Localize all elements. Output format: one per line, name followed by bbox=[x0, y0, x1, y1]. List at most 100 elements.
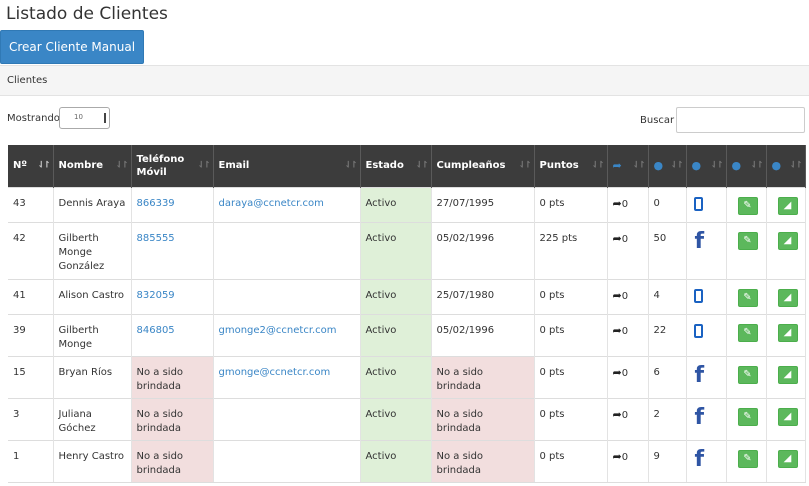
cell-source: f bbox=[686, 355, 727, 398]
column-header-num[interactable]: Nº ⇃↾ bbox=[8, 145, 54, 187]
cell-num: 42 bbox=[8, 221, 54, 279]
cell-source bbox=[686, 313, 727, 356]
cell-email: daraya@ccnetcr.com bbox=[213, 186, 361, 222]
column-header-info-4[interactable]: ● ⇃↾ bbox=[766, 145, 806, 187]
share-arrow-icon: ➦ bbox=[612, 158, 622, 172]
share-count: 0 bbox=[621, 325, 629, 337]
select-arrow-icon bbox=[104, 113, 106, 123]
share-count: 0 bbox=[621, 451, 629, 463]
cell-num: 43 bbox=[8, 186, 54, 222]
cell-num: 15 bbox=[8, 355, 54, 398]
cell-nombre: Bryan Ríos bbox=[53, 355, 132, 398]
eraser-icon: ◢ bbox=[783, 291, 792, 303]
share-arrow-icon: ➦ bbox=[612, 323, 622, 337]
mobile-phone-icon bbox=[693, 288, 703, 303]
cell-estado: Activo bbox=[360, 278, 432, 314]
cell-count: 9 bbox=[648, 439, 687, 483]
cell-shares: ➦0 bbox=[607, 355, 649, 398]
share-arrow-icon: ➦ bbox=[612, 449, 622, 463]
edit-button[interactable]: ✎ bbox=[737, 365, 758, 384]
erase-button[interactable]: ◢ bbox=[777, 323, 798, 342]
email-link[interactable]: gmonge@ccnetcr.com bbox=[219, 367, 331, 378]
column-header-shares[interactable]: ➦ ⇃↾ bbox=[607, 145, 649, 187]
create-client-button[interactable]: Crear Cliente Manual bbox=[0, 30, 144, 64]
edit-button[interactable]: ✎ bbox=[737, 407, 758, 426]
edit-button[interactable]: ✎ bbox=[737, 449, 758, 468]
column-header-telefono-label: Teléfono bbox=[136, 153, 185, 165]
cell-edit: ✎ bbox=[726, 397, 767, 440]
column-header-estado-label: Estado bbox=[365, 160, 404, 172]
erase-button[interactable]: ◢ bbox=[777, 365, 798, 384]
cell-shares: ➦0 bbox=[607, 313, 649, 356]
cell-edit: ✎ bbox=[726, 313, 767, 356]
erase-button[interactable]: ◢ bbox=[777, 407, 798, 426]
phone-link[interactable]: 846805 bbox=[137, 325, 175, 336]
column-header-estado[interactable]: Estado ⇃↾ bbox=[360, 145, 432, 187]
sort-icon: ⇃↾ bbox=[591, 160, 604, 171]
length-select[interactable]: 10 bbox=[59, 107, 110, 129]
share-count: 0 bbox=[621, 233, 629, 245]
search-input[interactable] bbox=[676, 107, 805, 133]
mobile-phone-icon bbox=[693, 196, 703, 211]
phone-link[interactable]: 866339 bbox=[137, 198, 175, 209]
cell-puntos: 0 pts bbox=[534, 313, 608, 356]
erase-button[interactable]: ◢ bbox=[777, 231, 798, 250]
cell-nombre: Alison Castro bbox=[53, 278, 132, 314]
email-link[interactable]: daraya@ccnetcr.com bbox=[219, 198, 324, 209]
edit-button[interactable]: ✎ bbox=[737, 231, 758, 250]
sort-icon: ⇃↾ bbox=[37, 160, 50, 171]
cell-email bbox=[213, 278, 361, 314]
cell-count: 0 bbox=[648, 186, 687, 222]
cell-source: f bbox=[686, 397, 727, 440]
panel-heading-label: Clientes bbox=[7, 75, 48, 86]
column-header-movil-label: Móvil bbox=[136, 166, 167, 178]
cell-cumpleanos: 25/07/1980 bbox=[431, 278, 535, 314]
phone-link[interactable]: 885555 bbox=[137, 233, 175, 244]
column-header-info-3[interactable]: ● ⇃↾ bbox=[726, 145, 767, 187]
column-header-nombre[interactable]: Nombre ⇃↾ bbox=[53, 145, 132, 187]
table-header-row: Nº ⇃↾ Nombre ⇃↾ Teléfono Móvil ⇃↾ Email ⇃↾ Es… bbox=[8, 145, 806, 187]
sort-icon: ⇃↾ bbox=[750, 160, 763, 171]
edit-button[interactable]: ✎ bbox=[737, 323, 758, 342]
sort-icon: ⇃↾ bbox=[518, 160, 531, 171]
cell-estado: Activo bbox=[360, 186, 432, 222]
column-header-info-2[interactable]: ● ⇃↾ bbox=[686, 145, 727, 187]
cell-email: gmonge2@ccnetcr.com bbox=[213, 313, 361, 356]
cell-source: f bbox=[686, 439, 727, 483]
eraser-icon: ◢ bbox=[783, 410, 792, 422]
cell-count: 6 bbox=[648, 355, 687, 398]
eraser-icon: ◢ bbox=[783, 234, 792, 246]
cell-num: 1 bbox=[8, 439, 54, 483]
erase-button[interactable]: ◢ bbox=[777, 449, 798, 468]
erase-button[interactable]: ◢ bbox=[777, 288, 798, 307]
cell-edit: ✎ bbox=[726, 186, 767, 222]
cell-telefono: 885555 bbox=[131, 221, 214, 279]
cell-count: 22 bbox=[648, 313, 687, 356]
email-link[interactable]: gmonge2@ccnetcr.com bbox=[219, 325, 337, 336]
cell-nombre: Gilberth Monge bbox=[53, 313, 132, 356]
cell-edit: ✎ bbox=[726, 439, 767, 483]
edit-button[interactable]: ✎ bbox=[737, 196, 758, 215]
cell-nombre: Henry Castro bbox=[53, 439, 132, 483]
column-header-telefono[interactable]: Teléfono Móvil ⇃↾ bbox=[131, 145, 214, 187]
share-arrow-icon: ➦ bbox=[612, 365, 622, 379]
cell-shares: ➦0 bbox=[607, 221, 649, 279]
table-row: 42 Gilberth Monge González 885555 Activo 05/… bbox=[8, 221, 806, 279]
cell-puntos: 0 pts bbox=[534, 186, 608, 222]
cell-cumpleanos: 27/07/1995 bbox=[431, 186, 535, 222]
share-count: 0 bbox=[621, 198, 629, 210]
edit-button[interactable]: ✎ bbox=[737, 288, 758, 307]
erase-button[interactable]: ◢ bbox=[777, 196, 798, 215]
eraser-icon: ◢ bbox=[783, 199, 792, 211]
sort-icon: ⇃↾ bbox=[115, 160, 128, 171]
column-header-puntos[interactable]: Puntos ⇃↾ bbox=[534, 145, 608, 187]
pencil-icon: ✎ bbox=[743, 410, 752, 422]
cell-telefono: 832059 bbox=[131, 278, 214, 314]
facebook-icon: f bbox=[694, 446, 705, 472]
table-row: 43 Dennis Araya 866339 daraya@ccnetcr.com Ac… bbox=[8, 186, 806, 222]
panel-heading: Clientes bbox=[0, 65, 809, 96]
column-header-cumpleanos[interactable]: Cumpleaños ⇃↾ bbox=[431, 145, 535, 187]
column-header-info-1[interactable]: ● ⇃↾ bbox=[648, 145, 687, 187]
phone-link[interactable]: 832059 bbox=[137, 290, 175, 301]
column-header-email[interactable]: Email ⇃↾ bbox=[213, 145, 361, 187]
